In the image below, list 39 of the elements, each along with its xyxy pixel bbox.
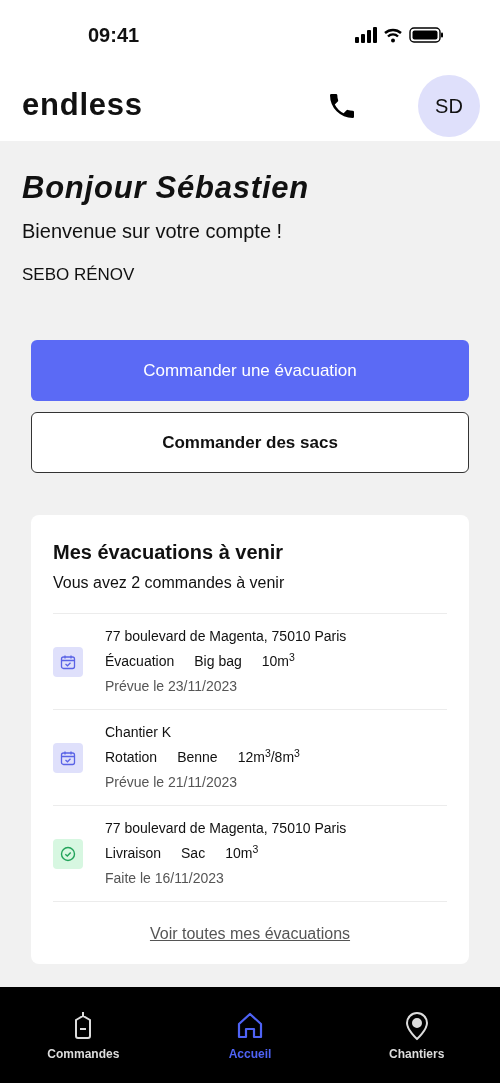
order-row[interactable]: 77 boulevard de Magenta, 75010 Paris Évacuation Big bag 10m$^{3}$ Prévue le 23/11/2023 <box>53 614 447 711</box>
order-date: Prévue le 23/11/2023 <box>105 677 239 697</box>
battery-icon <box>409 27 444 43</box>
tab-item[interactable]: Accueil <box>166 1011 334 1063</box>
order-place: 77 boulevard de Magenta, 75010 Paris <box>105 627 347 647</box>
see-all-link[interactable]: Voir toutes mes évacuations <box>149 922 351 947</box>
order-button[interactable]: Commander une évacuation <box>31 340 469 402</box>
order-tag: 10m$^{3}$ <box>225 843 259 865</box>
order-tag: Livraison <box>105 843 162 865</box>
card-title: Mes évacuations à venir <box>53 540 285 566</box>
welcome-text: Bienvenue sur votre compte ! <box>22 218 284 244</box>
app-logo: endless <box>22 86 143 125</box>
order-date: Faite le 16/11/2023 <box>105 869 225 889</box>
order-button[interactable]: Commander des sacs <box>31 412 469 474</box>
order-tag: Benne <box>177 747 218 769</box>
order-tag: 10m$^{3}$ <box>261 651 295 673</box>
order-row[interactable]: Chantier K Rotation Benne 12m$^{3}$/8m$^{3}$ Prévue le 21/11/2023 <box>53 710 447 807</box>
card-subtitle: Vous avez 2 commandes à venir <box>53 573 286 594</box>
order-tag: Évacuation <box>105 651 175 673</box>
tab-item[interactable]: Commandes <box>0 1011 167 1063</box>
order-place: Chantier K <box>105 723 173 743</box>
order-date: Prévue le 21/11/2023 <box>105 773 239 793</box>
signal-icon <box>355 27 377 43</box>
order-tag: Rotation <box>105 747 158 769</box>
user-avatar[interactable]: SD <box>418 74 480 137</box>
home-icon <box>235 1011 265 1041</box>
order-row[interactable]: 77 boulevard de Magenta, 75010 Paris Livraison Sac 10m$^{3}$ Faite le 16/11/2023 <box>53 806 447 903</box>
greeting-title: Bonjour Sébastien <box>22 169 311 207</box>
calendar-icon <box>53 742 83 773</box>
order-tag: Big bag <box>194 651 242 673</box>
calendar-icon <box>53 646 83 677</box>
location-pin-icon <box>403 1011 430 1041</box>
order-place: 77 boulevard de Magenta, 75010 Paris <box>105 819 347 839</box>
company-name: SEBO RÉNOV <box>22 263 136 286</box>
wifi-icon <box>383 27 403 43</box>
tab-item[interactable]: Chantiers <box>333 1011 500 1063</box>
order-tag: 12m$^{3}$/8m$^{3}$ <box>237 747 300 769</box>
status-time: 09:41 <box>88 23 140 48</box>
order-tag: Sac <box>181 843 206 865</box>
